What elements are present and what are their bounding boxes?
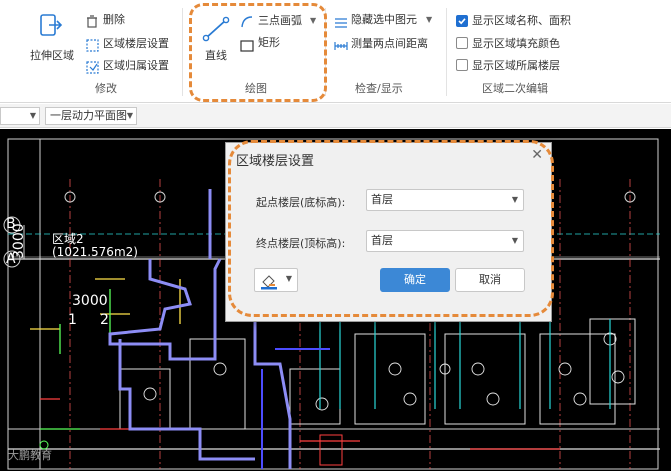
hide-element-icon[interactable]: [334, 14, 348, 33]
modify-group-label: 修改: [95, 82, 117, 95]
stretch-region-button[interactable]: 拉伸区域: [30, 49, 74, 63]
delete-button[interactable]: 删除: [103, 13, 125, 27]
group-divider: [182, 8, 183, 96]
layer-toolbar: ▼ 一层动力平面图 ▼: [0, 104, 671, 128]
group-divider: [446, 8, 447, 96]
layer-select-value: 一层动力平面图: [50, 109, 127, 122]
show-fill-checkbox[interactable]: [456, 37, 468, 49]
axis-label-2: 2: [100, 312, 109, 328]
owner-setting-button[interactable]: 区域归属设置: [103, 59, 169, 73]
floor-setting-icon[interactable]: [86, 37, 99, 56]
chevron-down-icon: ▼: [126, 111, 133, 120]
show-floor-checkbox[interactable]: [456, 59, 468, 71]
hide-element-button[interactable]: 隐藏选中图元: [351, 13, 417, 27]
delete-icon[interactable]: [86, 13, 98, 32]
watermark: 大鹏教育: [8, 449, 52, 462]
show-name-checkbox[interactable]: [456, 15, 468, 27]
floor-combo[interactable]: ▼: [0, 107, 40, 125]
draw-group-highlight: [189, 3, 327, 102]
layer-select[interactable]: 一层动力平面图 ▼: [45, 107, 137, 125]
show-floor-label: 显示区域所属楼层: [472, 59, 560, 72]
owner-setting-icon[interactable]: [86, 59, 99, 78]
hide-dropdown-icon[interactable]: ▼: [426, 13, 432, 27]
region-name: 区域2: [52, 232, 84, 246]
show-name-label: 显示区域名称、面积: [472, 14, 571, 27]
dimension-left: 3000: [11, 223, 27, 259]
show-fill-label: 显示区域填充颜色: [472, 37, 560, 50]
dialog-highlight: [228, 140, 554, 317]
dimension-bottom: 3000: [72, 293, 108, 309]
chevron-down-icon: ▼: [29, 111, 36, 120]
region-area: (1021.576m2): [52, 245, 138, 259]
edit-group-label: 区域二次编辑: [482, 82, 548, 95]
app-window: 拉伸区域 删除 区域楼层设置 区域归属设置 修改 直线 三点画弧 ▼ 矩形 绘图: [0, 0, 671, 471]
stretch-region-icon[interactable]: [38, 12, 64, 42]
ribbon: 拉伸区域 删除 区域楼层设置 区域归属设置 修改 直线 三点画弧 ▼ 矩形 绘图: [0, 0, 671, 103]
floor-setting-button[interactable]: 区域楼层设置: [103, 37, 169, 51]
measure-button[interactable]: 测量两点间距离: [351, 37, 428, 51]
axis-label-1: 1: [68, 312, 77, 328]
check-group-label: 检查/显示: [355, 82, 403, 95]
measure-icon[interactable]: [334, 37, 348, 56]
